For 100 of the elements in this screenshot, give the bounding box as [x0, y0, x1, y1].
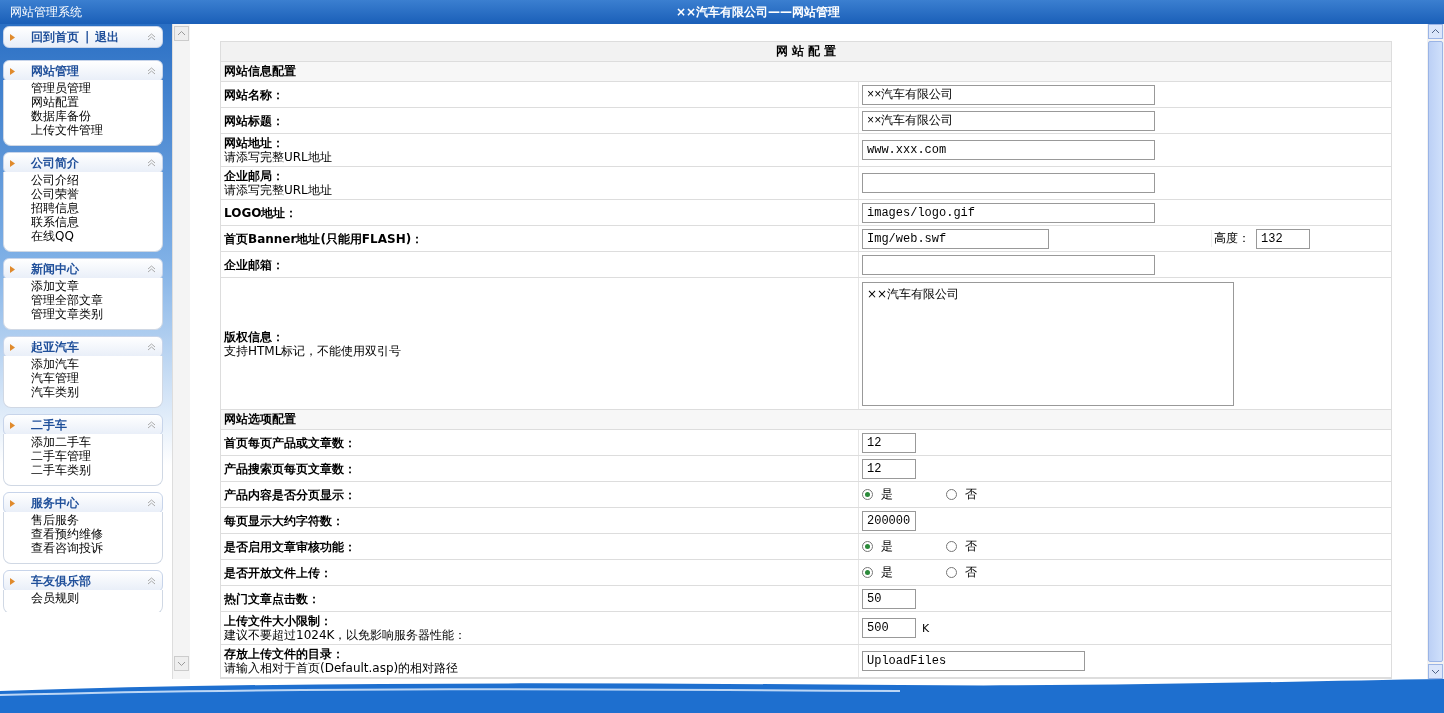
text-input[interactable]: [862, 173, 1155, 193]
menu-item[interactable]: 招聘信息: [31, 201, 162, 215]
section-header: 网站选项配置: [221, 410, 1391, 430]
chevron-icon[interactable]: [147, 33, 156, 41]
field-label: 网站标题：: [224, 113, 285, 128]
menu-item[interactable]: 管理全部文章: [31, 293, 162, 307]
group-header[interactable]: 新闻中心: [3, 258, 163, 280]
menu-item[interactable]: 添加文章: [31, 279, 162, 293]
scroll-thumb[interactable]: [1428, 41, 1443, 662]
text-input[interactable]: [862, 254, 1155, 275]
text-input[interactable]: 12: [862, 432, 916, 453]
field-hint: 请输入相对于首页(Default.asp)的相对路径: [224, 661, 460, 675]
menu-item[interactable]: 上传文件管理: [31, 123, 162, 137]
menu-item[interactable]: 联系信息: [31, 215, 162, 229]
app-name: 网站管理系统: [9, 3, 83, 21]
radio-option[interactable]: 否: [946, 538, 1024, 555]
arrow-down-icon[interactable]: [1428, 664, 1443, 679]
menu-item[interactable]: 会员规则: [31, 591, 162, 605]
field-label: 上传文件大小限制：: [224, 614, 333, 628]
text-input[interactable]: images/logo.gif: [862, 202, 1155, 223]
text-input[interactable]: 132: [1256, 228, 1310, 249]
field-hint: 请添写完整URL地址: [224, 150, 333, 164]
menu-item[interactable]: 管理员管理: [31, 81, 162, 95]
menu-item[interactable]: 添加二手车: [31, 435, 162, 449]
scrollbar[interactable]: [1427, 24, 1444, 679]
chevron-icon[interactable]: [147, 67, 156, 75]
menu-item[interactable]: 查看咨询投诉: [31, 541, 162, 555]
section-header: 网站信息配置: [221, 62, 1391, 82]
radio-button[interactable]: [946, 541, 957, 552]
group-header[interactable]: 网站管理: [3, 60, 163, 82]
menu-item[interactable]: 汽车类别: [31, 385, 162, 399]
arrow-up-icon[interactable]: [174, 26, 189, 41]
text-input[interactable]: ××汽车有限公司: [862, 110, 1155, 131]
arrow-up-icon[interactable]: [1428, 24, 1443, 39]
text-input[interactable]: UploadFiles: [862, 651, 1085, 671]
separator: |: [85, 30, 90, 44]
text-input[interactable]: 200000: [862, 510, 916, 531]
radio-option[interactable]: 是: [862, 538, 940, 555]
field-label: LOGO地址：: [224, 205, 299, 220]
radio-label: 是: [881, 486, 893, 503]
chevron-icon[interactable]: [147, 577, 156, 585]
field-label: 产品内容是否分页显示：: [224, 487, 357, 502]
radio-button[interactable]: [946, 567, 957, 578]
field-label: 每页显示大约字符数：: [224, 513, 345, 528]
triangle-icon: [10, 265, 15, 273]
menu-item[interactable]: 查看预约维修: [31, 527, 162, 541]
field-hint: 支持HTML标记，不能使用双引号: [224, 343, 403, 358]
group-header[interactable]: 车友俱乐部: [3, 570, 163, 592]
text-input[interactable]: www.xxx.com: [862, 140, 1155, 160]
radio-button[interactable]: [862, 567, 873, 578]
field-label: 企业邮局：: [224, 169, 285, 183]
text-input[interactable]: ××汽车有限公司: [862, 84, 1155, 105]
triangle-icon: [10, 159, 15, 167]
triangle-icon: [10, 421, 15, 429]
radio-label: 否: [965, 538, 977, 555]
menu-item[interactable]: 公司荣誉: [31, 187, 162, 201]
menu-item[interactable]: 数据库备份: [31, 109, 162, 123]
radio-option[interactable]: 是: [862, 486, 940, 503]
field-label: 是否开放文件上传：: [224, 565, 333, 580]
menu-item[interactable]: 售后服务: [31, 513, 162, 527]
menu-item[interactable]: 添加汽车: [31, 357, 162, 371]
text-input[interactable]: Img/web.swf: [862, 228, 1049, 249]
text-input[interactable]: 50: [862, 588, 916, 609]
menu-item[interactable]: 汽车管理: [31, 371, 162, 385]
menu-item[interactable]: 二手车管理: [31, 449, 162, 463]
sidebar-link[interactable]: 回到首页: [31, 28, 79, 46]
chevron-icon[interactable]: [147, 159, 156, 167]
text-input[interactable]: 500: [862, 618, 916, 638]
radio-option[interactable]: 否: [946, 564, 1024, 581]
menu-item[interactable]: 二手车类别: [31, 463, 162, 477]
sidebar-link[interactable]: 退出: [95, 28, 120, 46]
field-label: 高度：: [1211, 230, 1250, 247]
triangle-icon: [10, 577, 15, 585]
field-label: 产品搜索页每页文章数：: [224, 461, 357, 476]
menu-item[interactable]: 网站配置: [31, 95, 162, 109]
chevron-icon[interactable]: [147, 421, 156, 429]
chevron-icon[interactable]: [147, 265, 156, 273]
text-input[interactable]: 12: [862, 458, 916, 479]
radio-option[interactable]: 否: [946, 486, 1024, 503]
field-label: 是否启用文章审核功能：: [224, 539, 357, 554]
textarea-field[interactable]: ××汽车有限公司: [862, 281, 1234, 406]
menu-item[interactable]: 管理文章类别: [31, 307, 162, 321]
group-header[interactable]: 二手车: [3, 414, 163, 436]
chevron-icon[interactable]: [147, 343, 156, 351]
radio-button[interactable]: [862, 541, 873, 552]
chevron-icon[interactable]: [147, 499, 156, 507]
window-title: ××汽车有限公司——网站管理: [674, 3, 842, 21]
menu-item[interactable]: 在线QQ: [31, 229, 162, 243]
field-label: 存放上传文件的目录：: [224, 647, 345, 661]
radio-option[interactable]: 是: [862, 564, 940, 581]
group-header[interactable]: 起亚汽车: [3, 336, 163, 358]
field-label: 企业邮箱：: [224, 257, 285, 272]
radio-button[interactable]: [862, 489, 873, 500]
menu-item[interactable]: 公司介绍: [31, 173, 162, 187]
arrow-down-icon[interactable]: [174, 656, 189, 671]
group-header[interactable]: 服务中心: [3, 492, 163, 514]
scrollbar[interactable]: [172, 24, 190, 679]
field-hint: 建议不要超过1024K，以免影响服务器性能：: [224, 628, 468, 642]
group-header[interactable]: 公司简介: [3, 152, 163, 174]
radio-button[interactable]: [946, 489, 957, 500]
